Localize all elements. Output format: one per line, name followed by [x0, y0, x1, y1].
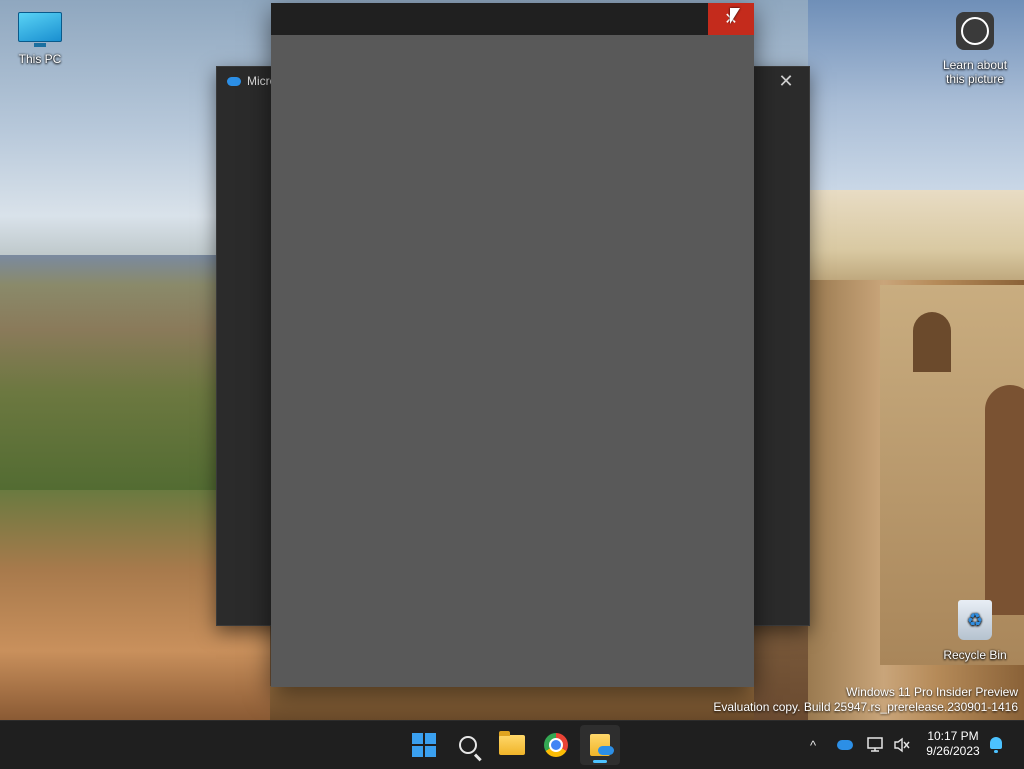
desktop-icon-label: Learn about this picture: [942, 58, 1008, 86]
watermark-line-2: Evaluation copy. Build 25947.rs_prerelea…: [713, 700, 1018, 714]
desktop-icon-recycle-bin[interactable]: ♻ Recycle Bin: [935, 600, 1015, 662]
taskbar: ^ 10:17 PM 9/26/2023: [0, 720, 1024, 769]
wallpaper-ground: [270, 686, 754, 720]
clock-button[interactable]: 10:17 PM 9/26/2023: [918, 729, 988, 759]
volume-muted-icon: [894, 737, 910, 753]
desktop-icon-this-pc[interactable]: This PC: [0, 12, 80, 66]
clock-date: 9/26/2023: [926, 744, 980, 758]
onedrive-folder-icon: [590, 734, 614, 756]
start-button[interactable]: [404, 725, 444, 765]
onedrive-cloud-icon: [837, 740, 853, 750]
file-explorer-button[interactable]: [492, 725, 532, 765]
notification-bell-icon[interactable]: [990, 737, 1002, 753]
chrome-icon: [544, 733, 568, 757]
wallpaper-bridge-arch-small: [913, 312, 951, 372]
blank-dialog-window[interactable]: ✕: [271, 3, 754, 687]
desktop-icon-label: Recycle Bin: [943, 648, 1007, 662]
desktop-icon-label: This PC: [18, 52, 62, 66]
wallpaper-valley: [0, 255, 220, 505]
show-hidden-icons-button[interactable]: ^: [804, 733, 822, 757]
watermark-line-1: Windows 11 Pro Insider Preview: [846, 685, 1018, 699]
search-icon: [459, 736, 477, 754]
onedrive-cloud-icon: [227, 76, 241, 86]
desktop-icon-learn-about-picture[interactable]: Learn about this picture: [935, 12, 1015, 86]
window-content-area: [271, 35, 754, 687]
learn-about-picture-icon: [956, 12, 994, 50]
search-button[interactable]: [448, 725, 488, 765]
chrome-button[interactable]: [536, 725, 576, 765]
clock-time: 10:17 PM: [927, 729, 979, 743]
window-titlebar[interactable]: [271, 3, 754, 35]
evaluation-watermark: Windows 11 Pro Insider Preview Evaluatio…: [713, 685, 1018, 715]
onedrive-taskbar-button[interactable]: [580, 725, 620, 765]
folder-icon: [499, 731, 525, 755]
monitor-icon: [18, 12, 62, 47]
network-tray-button[interactable]: [866, 733, 886, 757]
chevron-up-icon: ^: [809, 737, 817, 753]
window-title: Micro: [227, 74, 276, 88]
windows-logo-icon: [412, 733, 436, 757]
wallpaper-bridge-arch: [985, 385, 1024, 615]
mouse-cursor-icon: [730, 8, 740, 24]
recycle-bin-icon: ♻: [958, 600, 992, 640]
onedrive-tray-button[interactable]: [834, 733, 856, 757]
wallpaper-town: [808, 190, 1024, 290]
close-button[interactable]: ✕: [763, 67, 809, 95]
volume-tray-button[interactable]: [892, 733, 912, 757]
network-icon: [867, 737, 883, 752]
